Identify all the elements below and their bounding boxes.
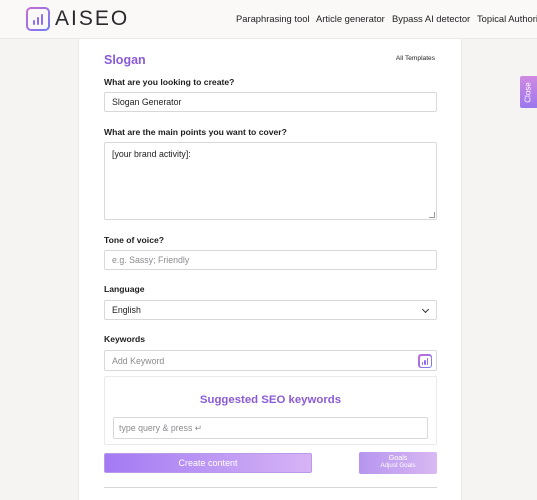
all-templates-link[interactable]: All Templates (396, 55, 435, 62)
nav-item-topical-authority[interactable]: Topical Authorit (477, 13, 537, 24)
main-points-label: What are the main points you want to cov… (104, 127, 287, 137)
create-input[interactable]: Slogan Generator (104, 92, 437, 112)
chevron-down-icon (421, 305, 430, 314)
language-value: English (112, 305, 141, 315)
nav-item-paraphrasing[interactable]: Paraphrasing tool (236, 13, 310, 24)
nav-item-bypass-ai-detector[interactable]: Bypass AI detector (392, 13, 470, 24)
main-points-text: [your brand activity]: (112, 149, 191, 159)
tone-label: Tone of voice? (104, 235, 165, 245)
aiseo-logo-icon (26, 7, 50, 31)
language-label: Language (104, 284, 145, 294)
goals-label: Goals (388, 453, 408, 462)
create-label: What are you looking to create? (104, 77, 235, 87)
close-tab-label: Close (524, 81, 534, 103)
adjust-goals-label: Adjust Goals (380, 462, 416, 470)
divider (104, 487, 437, 488)
keyword-input[interactable]: Add Keyword (104, 350, 437, 371)
keywords-label: Keywords (104, 334, 146, 344)
page-title: Slogan (104, 53, 146, 67)
seo-keywords-title: Suggested SEO keywords (199, 394, 342, 406)
aiseo-logo[interactable]: AISEO (26, 7, 129, 31)
language-select[interactable]: English (104, 300, 437, 320)
goals-button[interactable]: Goals Adjust Goals (359, 452, 437, 474)
seo-keywords-panel: Suggested SEO keywords type query & pres… (104, 376, 437, 445)
top-header: AISEO Paraphrasing tool Article generato… (0, 0, 537, 39)
seo-query-input[interactable]: type query & press ↵ (113, 417, 428, 439)
resize-handle-icon[interactable] (429, 212, 435, 218)
brand-name: AISEO (55, 7, 130, 30)
create-content-button[interactable]: Create content (104, 453, 312, 473)
tone-input[interactable]: e.g. Sassy; Friendly (104, 250, 437, 270)
keyword-placeholder: Add Keyword (112, 355, 165, 366)
close-tab[interactable]: Close (520, 76, 537, 108)
main-points-textarea[interactable]: [your brand activity]: (104, 142, 437, 220)
template-form-card: Slogan All Templates What are you lookin… (78, 39, 462, 500)
aiseo-keyword-icon[interactable] (418, 354, 432, 368)
nav-item-article-generator[interactable]: Article generator (316, 13, 385, 24)
